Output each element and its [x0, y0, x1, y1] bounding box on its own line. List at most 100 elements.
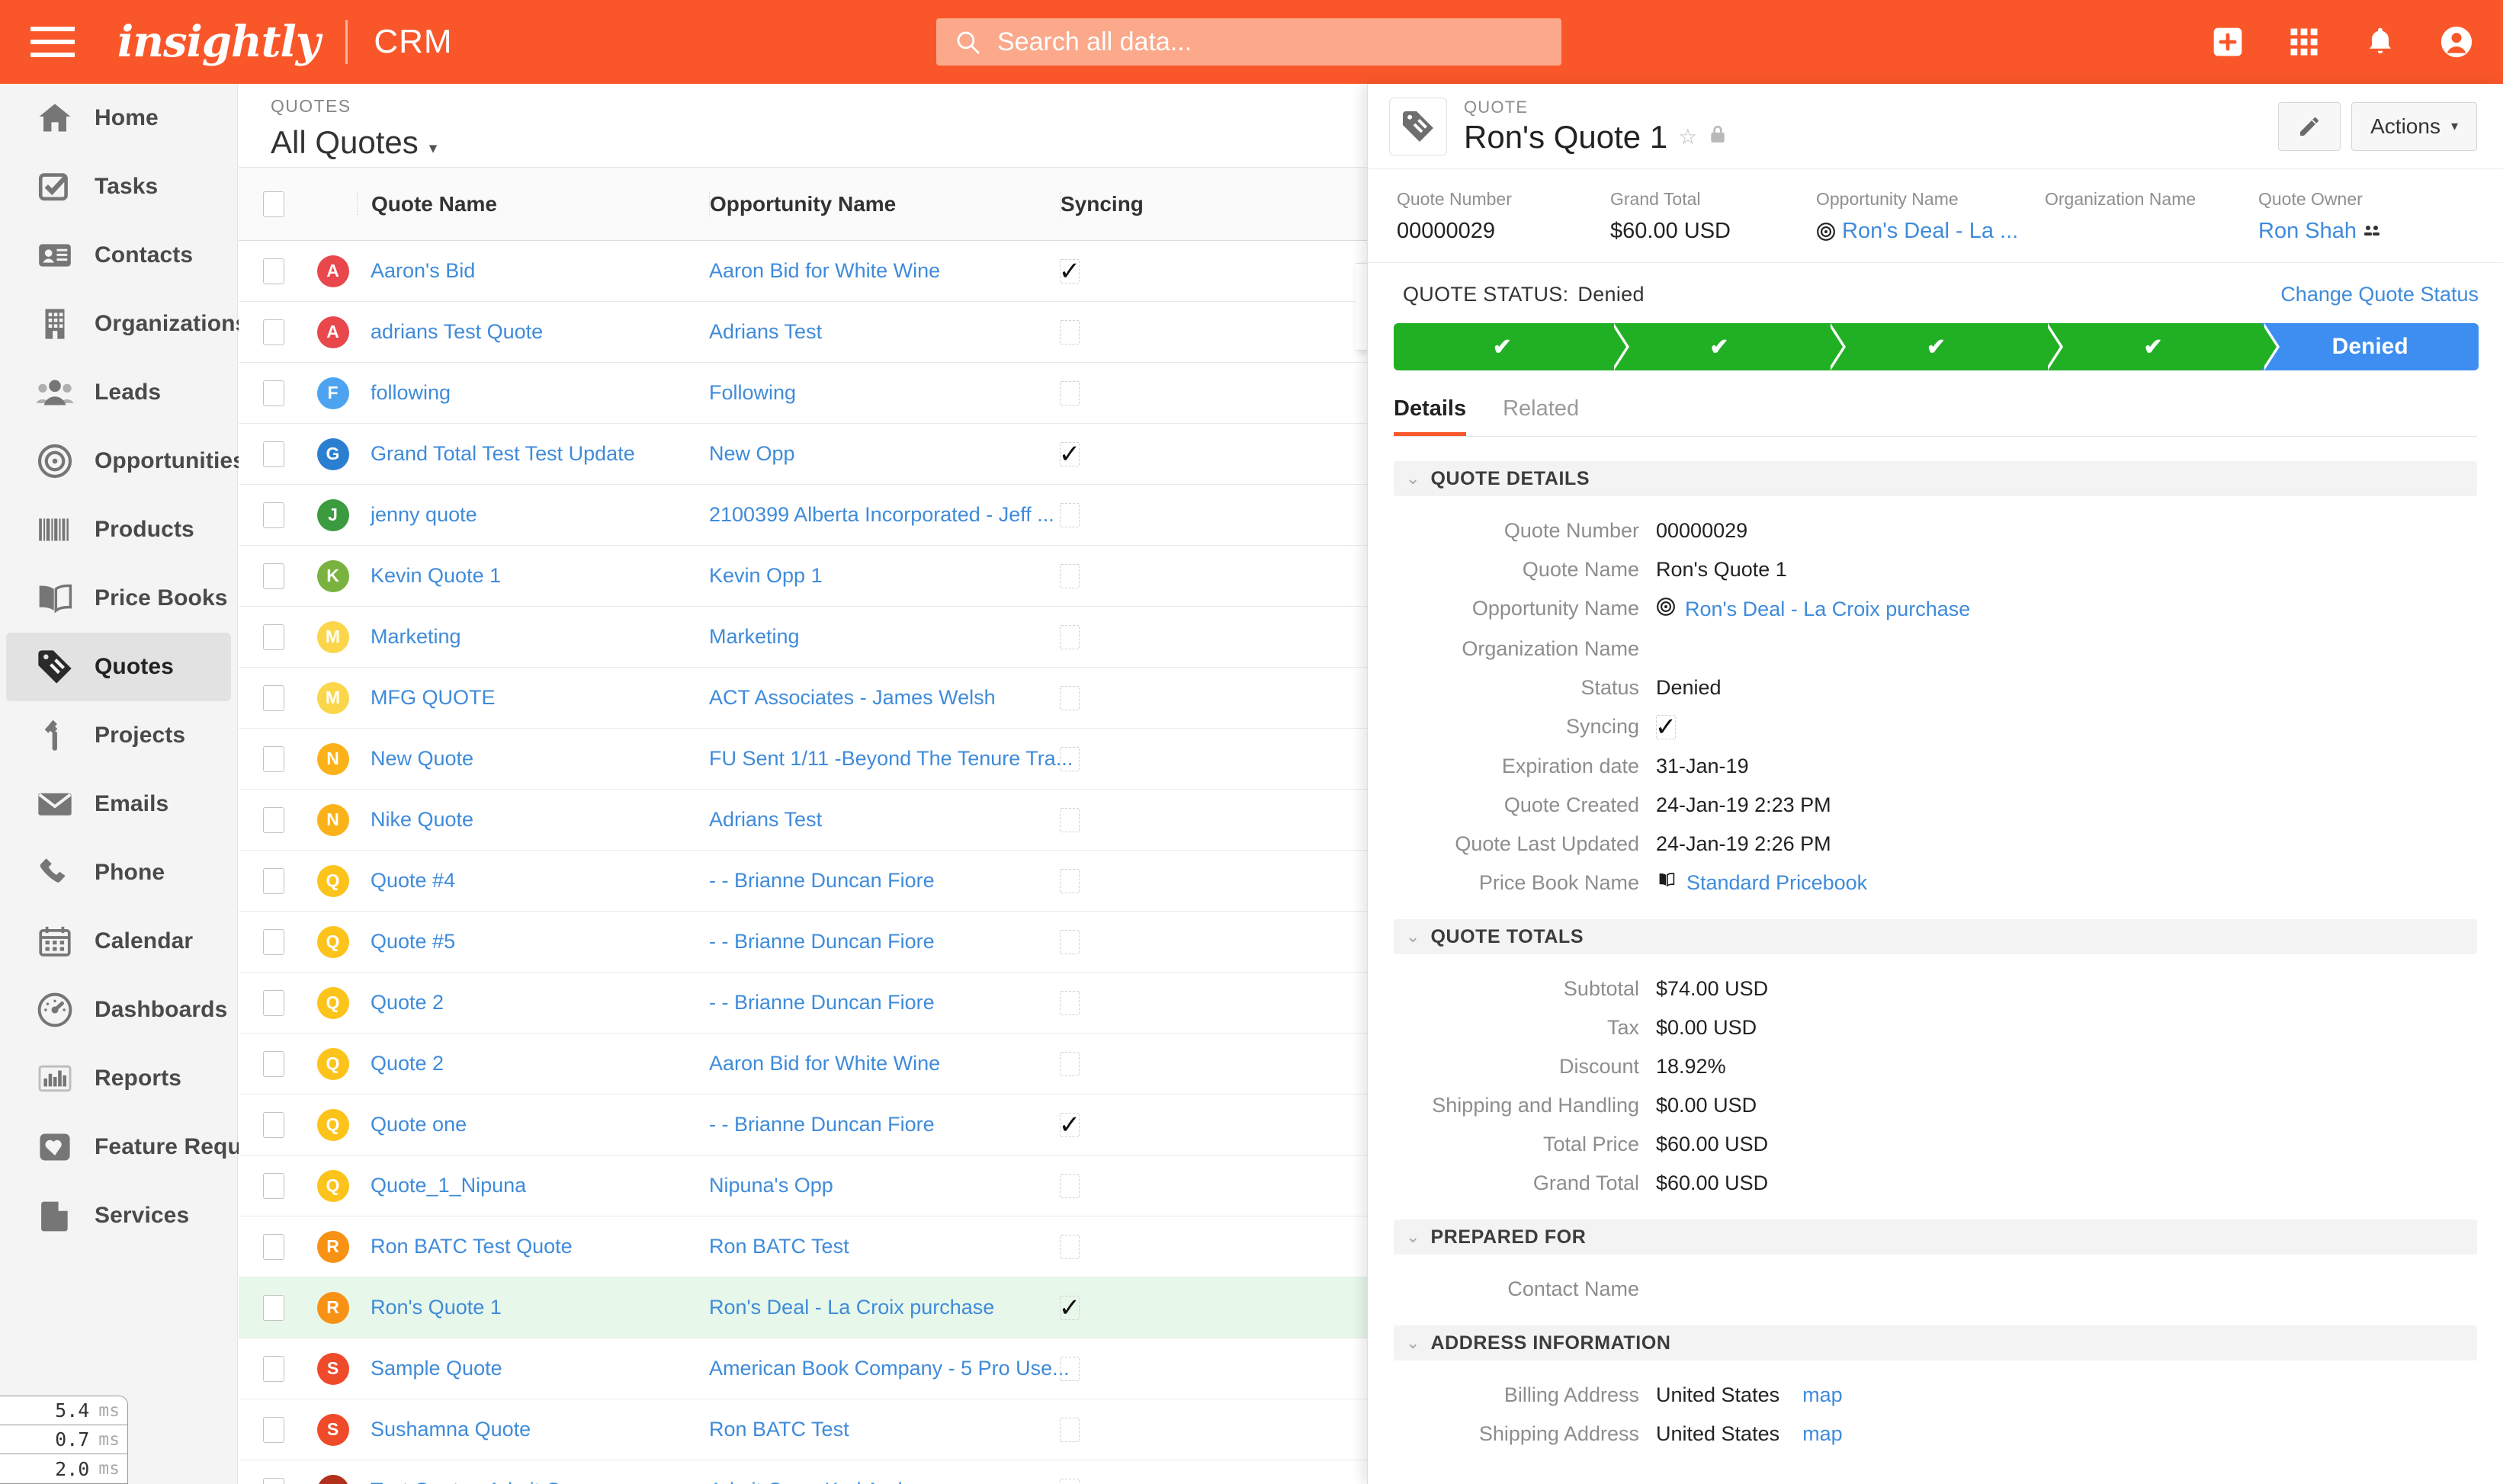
row-checkbox[interactable] — [263, 684, 284, 711]
opportunity-name-link[interactable]: American Book Company - 5 Pro Use... — [709, 1357, 1070, 1380]
quote-name-link[interactable]: Quote_1_Nipuna — [371, 1174, 526, 1197]
table-row[interactable]: M Marketing Marketing — [239, 607, 1367, 668]
opportunity-name-link[interactable]: Nipuna's Opp — [709, 1174, 833, 1197]
row-checkbox[interactable] — [263, 1172, 284, 1199]
table-row[interactable]: Q Quote 2 Aaron Bid for White Wine — [239, 1034, 1367, 1095]
field-value-link[interactable]: Ron's Deal - La Croix purchase — [1685, 598, 1970, 621]
sidebar-item-dashboards[interactable]: Dashboards — [6, 976, 231, 1044]
table-row[interactable]: Aadrians Test Quote Adrians Test — [239, 302, 1367, 363]
row-checkbox[interactable] — [263, 1416, 284, 1443]
syncing-checkbox[interactable]: ✓ — [1059, 1112, 1081, 1138]
section-header-address-information[interactable]: ⌄ ADDRESS INFORMATION — [1394, 1325, 2477, 1361]
syncing-checkbox[interactable] — [1060, 746, 1080, 771]
row-checkbox[interactable] — [263, 563, 284, 589]
quote-name-link[interactable]: Kevin Quote 1 — [371, 564, 501, 587]
opportunity-name-link[interactable]: Kevin Opp 1 — [709, 564, 823, 587]
row-checkbox[interactable] — [263, 1233, 284, 1260]
quote-name-link[interactable]: jenny quote — [371, 503, 477, 526]
table-row[interactable]: Q Quote 2 - - Brianne Duncan Fiore — [239, 973, 1367, 1034]
section-header-quote-details[interactable]: ⌄ QUOTE DETAILS — [1394, 461, 2477, 496]
select-all-checkbox[interactable] — [263, 191, 284, 217]
syncing-checkbox[interactable] — [1060, 868, 1080, 893]
syncing-checkbox[interactable] — [1060, 1478, 1080, 1484]
map-link[interactable]: map — [1802, 1383, 1843, 1407]
row-checkbox[interactable] — [263, 1477, 284, 1484]
syncing-checkbox[interactable] — [1060, 563, 1080, 588]
sidebar-item-quotes[interactable]: Quotes — [6, 633, 231, 701]
hamburger-menu-icon[interactable] — [30, 27, 75, 57]
table-row[interactable]: Ffollowing Following — [239, 363, 1367, 424]
sidebar-item-leads[interactable]: Leads — [6, 358, 231, 427]
quote-owner-link[interactable]: Ron Shah — [2258, 219, 2357, 244]
sidebar-item-projects[interactable]: Projects — [6, 701, 231, 770]
row-checkbox[interactable] — [263, 1050, 284, 1077]
sidebar-item-organizations[interactable]: Organizations — [6, 290, 248, 358]
edit-button[interactable] — [2278, 101, 2341, 151]
syncing-checkbox[interactable] — [1060, 1234, 1080, 1259]
tab-related[interactable]: Related — [1503, 396, 1579, 436]
status-step-3[interactable]: ✔ — [1828, 323, 2063, 370]
table-row[interactable]: M MFG QUOTE ACT Associates - James Welsh — [239, 668, 1367, 729]
column-header-syncing[interactable]: Syncing — [1060, 191, 1311, 216]
table-row[interactable]: N New Quote FU Sent 1/11 -Beyond The Tenur… — [239, 729, 1367, 790]
opportunity-name-link[interactable]: Aaron Bid for White Wine — [709, 259, 940, 282]
opportunity-name-link[interactable]: - - Brianne Duncan Fiore — [709, 869, 935, 892]
sidebar-item-services[interactable]: Services — [6, 1181, 231, 1250]
row-checkbox[interactable] — [263, 319, 284, 345]
table-row[interactable]: Q Quote one - - Brianne Duncan Fiore ✓ — [239, 1095, 1367, 1155]
quote-name-link[interactable]: Quote #5 — [371, 930, 455, 953]
quote-name-link[interactable]: Test Quote - Admit One — [371, 1479, 585, 1484]
favorite-star-icon[interactable]: ☆ — [1678, 124, 1697, 149]
syncing-checkbox[interactable]: ✓ — [1655, 714, 1677, 740]
quote-name-link[interactable]: MFG QUOTE — [371, 686, 496, 709]
syncing-checkbox[interactable]: ✓ — [1059, 258, 1081, 284]
syncing-checkbox[interactable] — [1060, 1417, 1080, 1442]
sidebar-item-reports[interactable]: Reports — [6, 1044, 231, 1113]
opportunity-name-link[interactable]: Ron BATC Test — [709, 1235, 849, 1258]
notifications-bell-icon[interactable] — [2363, 24, 2398, 59]
row-checkbox[interactable] — [263, 380, 284, 406]
table-row[interactable]: Jjenny quote 2100399 Alberta Incorporated… — [239, 485, 1367, 546]
quote-name-link[interactable]: Grand Total Test Test Update — [371, 442, 635, 465]
table-row[interactable]: S Sample Quote American Book Company - 5 P… — [239, 1338, 1367, 1399]
opportunity-name-link[interactable]: - - Brianne Duncan Fiore — [709, 991, 935, 1014]
column-header-opportunity-name[interactable]: Opportunity Name — [709, 191, 1060, 216]
tab-details[interactable]: Details — [1394, 396, 1467, 436]
syncing-checkbox[interactable] — [1060, 319, 1080, 345]
row-checkbox[interactable] — [263, 745, 284, 772]
quote-name-link[interactable]: Marketing — [371, 625, 461, 648]
status-step-2[interactable]: ✔ — [1610, 323, 1846, 370]
opportunity-name-link[interactable]: Ron BATC Test — [709, 1418, 849, 1441]
table-row[interactable]: Q Quote #4 - - Brianne Duncan Fiore — [239, 851, 1367, 912]
opportunity-name-link[interactable]: Ron's Deal - La Croix purchase — [709, 1296, 994, 1319]
syncing-checkbox[interactable] — [1060, 1173, 1080, 1198]
sidebar-item-contacts[interactable]: Contacts — [6, 221, 231, 290]
syncing-checkbox[interactable] — [1060, 380, 1080, 405]
table-row[interactable]: T Test Quote - Admit One Admit One - Karl … — [239, 1460, 1367, 1484]
search-input[interactable] — [997, 27, 1561, 57]
sidebar-item-tasks[interactable]: Tasks — [6, 152, 231, 221]
row-checkbox[interactable] — [263, 1355, 284, 1382]
section-header-prepared-for[interactable]: ⌄ PREPARED FOR — [1394, 1220, 2477, 1255]
user-account-icon[interactable] — [2439, 24, 2474, 59]
table-row[interactable]: G Grand Total Test Test Update New Opp ✓ — [239, 424, 1367, 485]
opportunity-name-link[interactable]: Aaron Bid for White Wine — [709, 1052, 940, 1075]
opportunity-name-link[interactable]: Adrians Test — [709, 320, 822, 343]
opportunity-name-link[interactable]: 2100399 Alberta Incorporated - Jeff ... — [709, 503, 1054, 526]
list-view-selector[interactable]: All Quotes ▾ — [271, 124, 437, 161]
syncing-checkbox[interactable] — [1060, 990, 1080, 1015]
table-row[interactable]: K Kevin Quote 1 Kevin Opp 1 — [239, 546, 1367, 607]
change-quote-status-link[interactable]: Change Quote Status — [2280, 283, 2479, 306]
row-checkbox[interactable] — [263, 441, 284, 467]
global-search[interactable] — [936, 18, 1561, 66]
opportunity-name-link[interactable]: Following — [709, 381, 796, 404]
syncing-checkbox[interactable] — [1060, 624, 1080, 649]
map-link[interactable]: map — [1802, 1422, 1843, 1446]
sidebar-item-emails[interactable]: Emails — [6, 770, 231, 838]
sidebar-item-phone[interactable]: Phone — [6, 838, 231, 907]
row-checkbox[interactable] — [263, 867, 284, 894]
table-row[interactable]: Q Quote_1_Nipuna Nipuna's Opp — [239, 1155, 1367, 1216]
syncing-checkbox[interactable]: ✓ — [1059, 441, 1081, 467]
sidebar-item-home[interactable]: Home — [6, 84, 231, 152]
quote-name-link[interactable]: Ron BATC Test Quote — [371, 1235, 573, 1258]
